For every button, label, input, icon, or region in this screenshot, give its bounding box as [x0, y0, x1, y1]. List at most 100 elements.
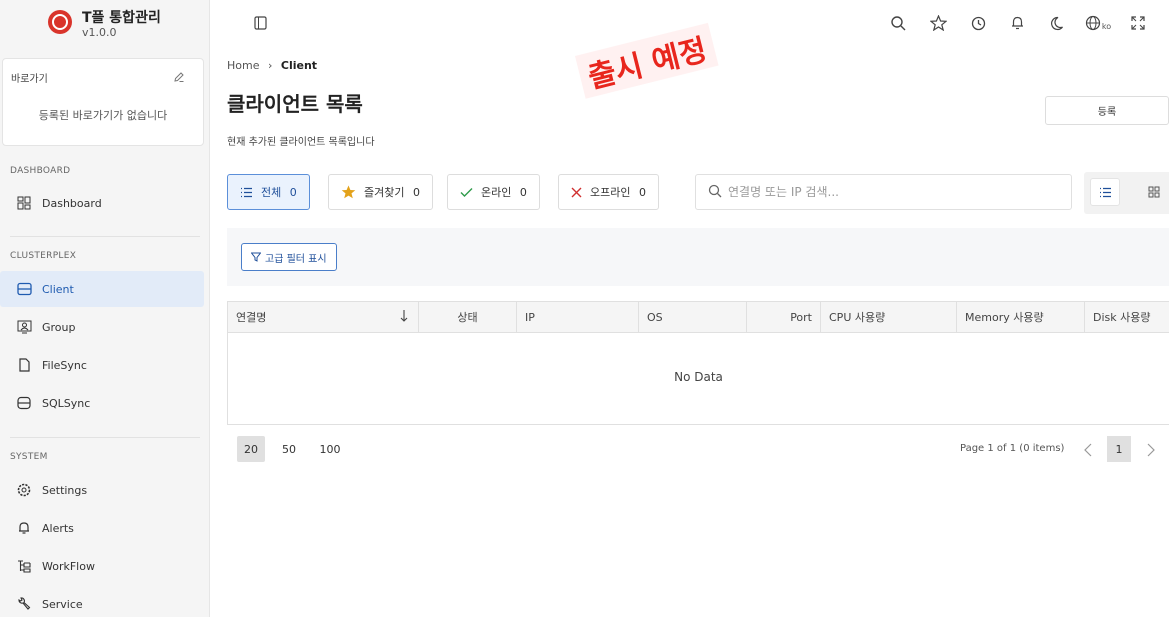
column-header-memory[interactable]: Memory 사용량	[956, 302, 1084, 332]
filter-all-button[interactable]: 전체 0	[227, 174, 310, 210]
breadcrumb-home[interactable]: Home	[227, 59, 259, 72]
search-input[interactable]	[728, 185, 1048, 199]
next-page-button[interactable]	[1142, 440, 1160, 460]
filter-count: 0	[519, 185, 527, 199]
star-icon	[341, 185, 356, 199]
column-label: 연결명	[236, 311, 267, 324]
workflow-icon	[16, 558, 32, 574]
page-number-1[interactable]: 1	[1107, 436, 1131, 462]
sidebar-item-service[interactable]: Service	[0, 586, 204, 617]
file-icon	[16, 357, 32, 373]
page-size-20[interactable]: 20	[237, 436, 265, 462]
column-header-name[interactable]: 연결명	[228, 302, 418, 332]
sidebar-divider	[10, 437, 200, 438]
filter-favorites-button[interactable]: 즐겨찾기 0	[328, 174, 433, 210]
column-header-ip[interactable]: IP	[516, 302, 638, 332]
filter-offline-button[interactable]: 오프라인 0	[558, 174, 659, 210]
column-label: 상태	[457, 311, 478, 324]
sort-down-icon[interactable]	[400, 309, 408, 326]
sidebar-item-group[interactable]: Group	[0, 309, 204, 345]
sidebar-divider	[10, 236, 200, 237]
table-header: 연결명 상태 IP OS Port CPU 사용량 Memory 사용량 Dis…	[228, 302, 1169, 333]
app-version: v1.0.0	[82, 26, 117, 39]
column-header-disk[interactable]: Disk 사용량	[1084, 302, 1169, 332]
prev-page-button[interactable]	[1079, 440, 1097, 460]
brand-logo	[48, 10, 72, 34]
filter-label: 전체	[261, 186, 282, 199]
wrench-icon	[16, 596, 32, 612]
sidebar-item-label: Client	[42, 282, 74, 296]
gear-icon	[16, 482, 32, 498]
sidebar: T플 통합관리 v1.0.0 바로가기 등록된 바로가기가 없습니다 DASHB…	[0, 0, 210, 617]
sidebar-item-label: Alerts	[42, 521, 74, 535]
clock-icon[interactable]	[968, 13, 988, 33]
app-title: T플 통합관리	[82, 10, 161, 26]
column-header-cpu[interactable]: CPU 사용량	[820, 302, 956, 332]
section-dashboard: DASHBOARD	[10, 166, 71, 176]
fullscreen-icon[interactable]	[1128, 13, 1148, 33]
client-table: 연결명 상태 IP OS Port CPU 사용량 Memory 사용량 Dis…	[227, 301, 1169, 425]
page-description: 현재 추가된 클라이언트 목록입니다	[227, 137, 375, 148]
close-icon	[571, 187, 582, 198]
server-icon	[16, 281, 32, 297]
globe-icon	[1085, 15, 1100, 31]
register-button[interactable]: 등록	[1045, 96, 1169, 125]
check-icon	[460, 187, 473, 198]
sidebar-item-label: SQLSync	[42, 396, 91, 410]
list-view-button[interactable]	[1090, 178, 1120, 206]
sidebar-item-dashboard[interactable]: Dashboard	[0, 185, 204, 221]
pagination: 20 50 100 Page 1 of 1 (0 items) 1	[227, 425, 1169, 471]
column-label: Port	[790, 310, 812, 324]
table-empty-message: No Data	[674, 370, 723, 384]
advanced-filter-label: 고급 필터 표시	[265, 253, 327, 265]
advanced-filter-button[interactable]: 고급 필터 표시	[241, 243, 337, 271]
column-label: CPU 사용량	[829, 311, 886, 324]
shortcut-empty-text: 등록된 바로가기가 없습니다	[38, 109, 168, 122]
column-header-os[interactable]: OS	[638, 302, 746, 332]
column-header-port[interactable]: Port	[746, 302, 820, 332]
list-icon	[1099, 187, 1111, 197]
star-icon[interactable]	[928, 13, 948, 33]
sidebar-item-label: FileSync	[42, 358, 87, 372]
sidebar-item-label: Settings	[42, 483, 88, 497]
section-clusterplex: CLUSTERPLEX	[10, 251, 77, 261]
sidebar-item-filesync[interactable]: FileSync	[0, 347, 204, 383]
sidebar-item-alerts[interactable]: Alerts	[0, 510, 204, 546]
column-header-status[interactable]: 상태	[418, 302, 516, 332]
group-icon	[16, 319, 32, 335]
sidebar-item-client[interactable]: Client	[0, 271, 204, 307]
page-title: 클라이언트 목록	[227, 92, 363, 116]
view-toggle	[1084, 172, 1169, 214]
filter-label: 즐겨찾기	[364, 186, 405, 199]
list-icon	[240, 187, 253, 198]
edit-icon[interactable]	[173, 71, 185, 83]
page-size-50[interactable]: 50	[277, 436, 301, 462]
filter-online-button[interactable]: 온라인 0	[447, 174, 540, 210]
language-selector[interactable]: ko	[1082, 13, 1114, 33]
chevron-left-icon	[1084, 443, 1092, 457]
bell-icon	[16, 520, 32, 536]
search-icon[interactable]	[888, 13, 908, 33]
sidebar-item-workflow[interactable]: WorkFlow	[0, 548, 204, 584]
filter-label: 오프라인	[590, 186, 631, 199]
grid-view-button[interactable]	[1139, 178, 1169, 206]
column-label: Memory 사용량	[965, 311, 1044, 324]
sidebar-item-sqlsync[interactable]: SQLSync	[0, 385, 204, 421]
page-size-100[interactable]: 100	[313, 436, 347, 462]
page-info: Page 1 of 1 (0 items)	[960, 443, 1065, 454]
dark-mode-icon[interactable]	[1046, 13, 1066, 33]
breadcrumb: Home › Client	[227, 59, 317, 72]
filter-count: 0	[638, 185, 646, 199]
search-icon	[708, 183, 722, 202]
filter-count: 0	[289, 185, 297, 199]
sidebar-toggle-icon[interactable]	[250, 13, 270, 33]
search-box	[695, 174, 1072, 210]
sidebar-item-settings[interactable]: Settings	[0, 472, 204, 508]
column-label: IP	[525, 310, 535, 324]
breadcrumb-separator: ›	[267, 59, 273, 72]
bell-icon[interactable]	[1007, 13, 1027, 33]
chevron-right-icon	[1147, 443, 1155, 457]
sidebar-item-label: Group	[42, 320, 76, 334]
column-label: Disk 사용량	[1093, 311, 1151, 324]
database-icon	[16, 395, 32, 411]
